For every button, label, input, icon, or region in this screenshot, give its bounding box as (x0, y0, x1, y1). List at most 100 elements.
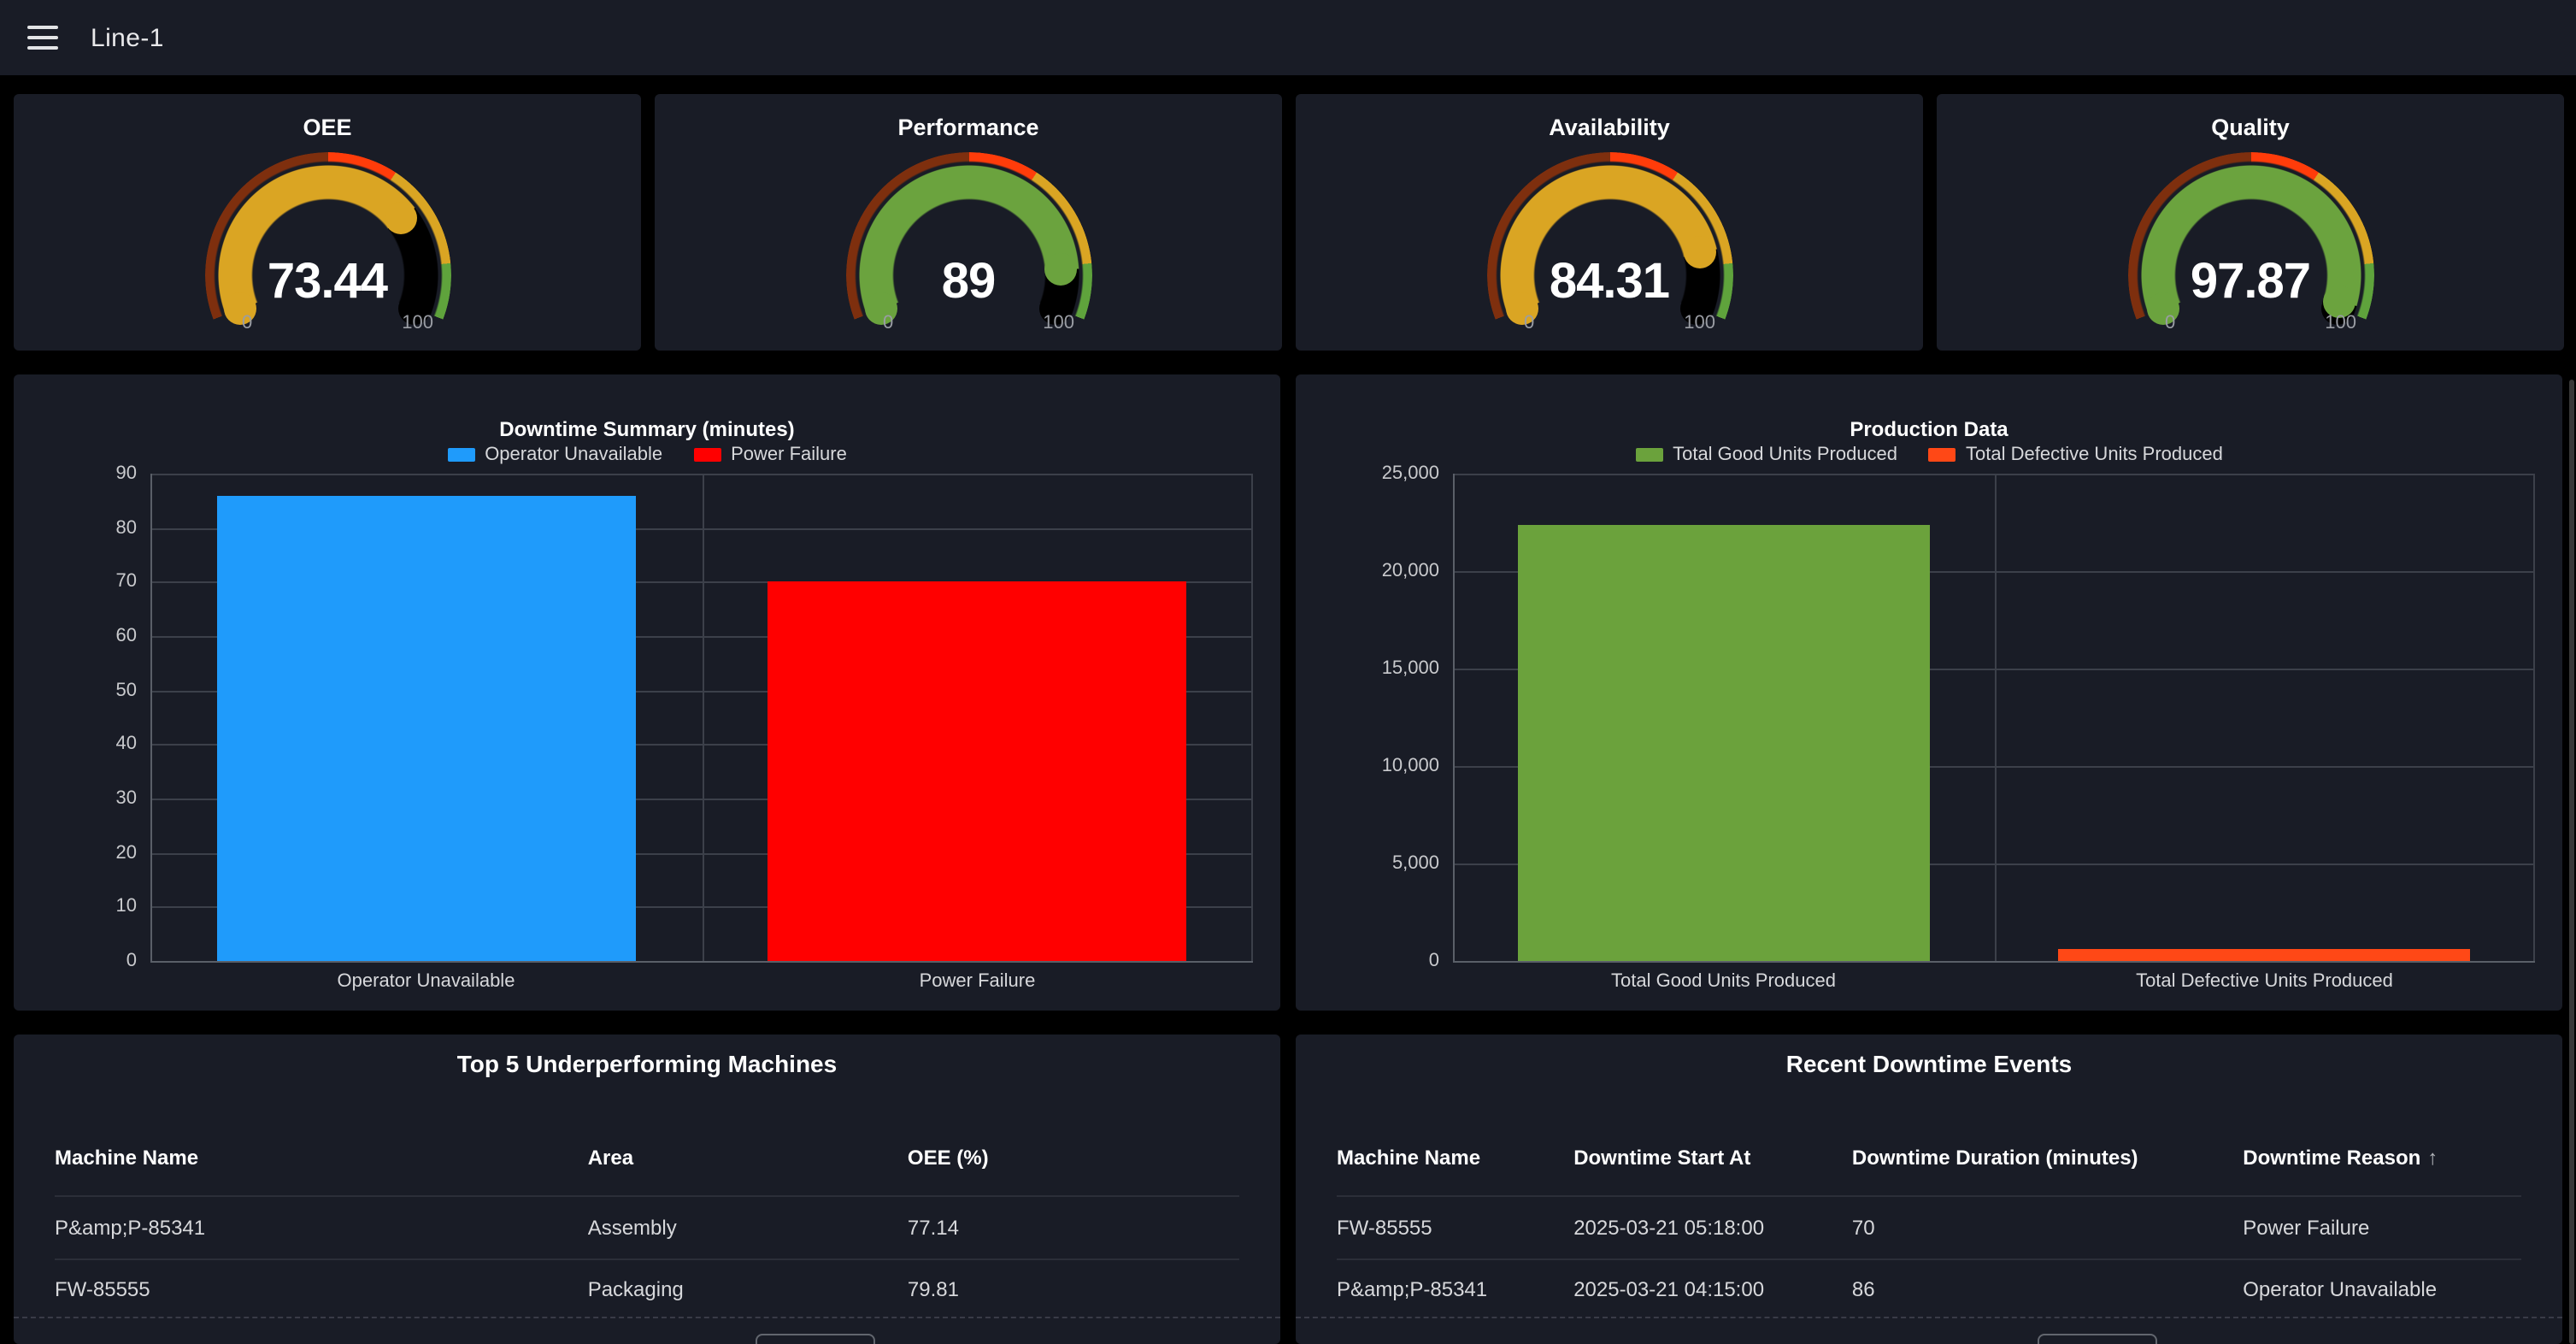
y-tick-label: 70 (116, 572, 138, 592)
gauge-max-label: 100 (1684, 313, 1715, 333)
dashboard-title: Line-1 (91, 23, 164, 52)
y-tick-label: 40 (116, 734, 138, 755)
gauge-value-end-cap (385, 202, 417, 234)
vertical-gridline (1251, 474, 1253, 961)
y-tick-label: 25,000 (1382, 463, 1439, 484)
pagination-button[interactable] (756, 1334, 875, 1344)
gauge-title[interactable]: Availability (1296, 115, 1923, 140)
y-tick-label: 15,000 (1382, 658, 1439, 679)
dashboard: Line-1 OEE73.440100 Performance890100 Av… (0, 0, 2576, 1344)
scrollbar-thumb[interactable] (2569, 380, 2574, 1344)
y-tick-label: 20 (116, 842, 138, 863)
column-header-downtime-start-at[interactable]: Downtime Start At (1573, 1146, 1852, 1170)
legend-swatch (1635, 448, 1662, 462)
y-axis-line (1453, 474, 1455, 961)
column-header-oee-[interactable]: OEE (%) (908, 1146, 1239, 1170)
legend-label: Power Failure (731, 445, 847, 465)
table-cell: Power Failure (2243, 1216, 2521, 1240)
table-cell: Operator Unavailable (2243, 1278, 2521, 1302)
gauge-max-label: 100 (402, 313, 433, 333)
gauge-title[interactable]: Performance (655, 115, 1282, 140)
y-tick-label: 10 (116, 897, 138, 917)
gauge-value: 89 (845, 255, 1091, 311)
y-tick-label: 60 (116, 626, 138, 646)
vertical-gridline (702, 474, 703, 961)
table-row: FW-855552025-03-21 05:18:0070Power Failu… (1337, 1195, 2521, 1258)
column-header-machine-name[interactable]: Machine Name (55, 1146, 588, 1170)
pagination-button[interactable] (2038, 1334, 2157, 1344)
gauge-min-label: 0 (242, 313, 252, 333)
top-bar: Line-1 (0, 0, 2576, 75)
table-row: P&amp;P-85341Assembly77.14 (55, 1195, 1239, 1258)
y-tick-label: 5,000 (1392, 853, 1439, 874)
y-axis-line (150, 474, 152, 961)
y-tick-label: 0 (1429, 951, 1439, 971)
panel-gauge-performance: Performance890100 (655, 94, 1282, 351)
column-header-machine-name[interactable]: Machine Name (1337, 1146, 1573, 1170)
gauge-value: 84.31 (1486, 255, 1732, 311)
bar-total-good-units-produced[interactable] (1518, 526, 1929, 961)
table-title[interactable]: Recent Downtime Events (1296, 1050, 2562, 1077)
column-header-downtime-duration-minutes-[interactable]: Downtime Duration (minutes) (1852, 1146, 2243, 1170)
chart-title[interactable]: Production Data (1296, 417, 2562, 441)
panel-gauge-availability: Availability 84.310 100 (1296, 94, 1923, 351)
chart-legend: Operator Unavailable Power Failure (14, 445, 1280, 465)
y-tick-label: 20,000 (1382, 561, 1439, 581)
chart-legend: Total Good Units Produced Total Defective… (1296, 445, 2562, 465)
table-cell: FW-85555 (55, 1278, 588, 1302)
plot-area: 05,00010,00015,00020,00025,000Total Good… (1453, 474, 2535, 961)
legend-item[interactable]: Operator Unavailable (447, 445, 662, 465)
legend-swatch (447, 448, 474, 462)
gauge: 84.310 100 (1486, 152, 1732, 333)
table: Machine NameAreaOEE (%) P&amp;P-85341Asse… (55, 1120, 1239, 1320)
chart-title[interactable]: Downtime Summary (minutes) (14, 417, 1280, 441)
legend-label: Operator Unavailable (485, 445, 662, 465)
legend-item[interactable]: Power Failure (693, 445, 847, 465)
gauge: 97.870100 (2127, 152, 2373, 333)
panel-production-data-chart: Production Data Total Good Units Produced… (1296, 374, 2562, 1011)
x-category-label: Power Failure (702, 971, 1253, 992)
gauge-min-label: 0 (883, 313, 893, 333)
table-title[interactable]: Top 5 Underperforming Machines (14, 1050, 1280, 1077)
x-category-label: Total Good Units Produced (1453, 971, 1994, 992)
column-header-area[interactable]: Area (588, 1146, 908, 1170)
table-cell: 79.81 (908, 1278, 1239, 1302)
table-cell: 70 (1852, 1216, 2243, 1240)
vertical-gridline (2533, 474, 2535, 961)
table-row: FW-85555Packaging79.81 (55, 1258, 1239, 1320)
panel-underperforming-machines-table: Top 5 Underperforming Machines Machine Na… (14, 1035, 1280, 1344)
gauge-title[interactable]: Quality (1937, 115, 2564, 140)
plot-area: 0102030405060708090Operator UnavailableP… (150, 474, 1253, 961)
column-header-downtime-reason[interactable]: Downtime Reason↑ (2243, 1146, 2521, 1170)
table-bottom-separator (14, 1317, 1280, 1318)
vertical-gridline (1994, 474, 1996, 961)
gauge-value: 97.87 (2127, 255, 2373, 311)
legend-item[interactable]: Total Good Units Produced (1635, 445, 1897, 465)
y-tick-label: 50 (116, 680, 138, 700)
table-cell: 77.14 (908, 1216, 1239, 1240)
bar-power-failure[interactable] (768, 582, 1186, 961)
gauge: 73.440 100 (204, 152, 450, 333)
table-cell: Packaging (588, 1278, 908, 1302)
y-tick-label: 80 (116, 517, 138, 538)
gauge-min-label: 0 (1524, 313, 1534, 333)
table: Machine NameDowntime Start AtDowntime Du… (1337, 1120, 2521, 1320)
table-cell: P&amp;P-85341 (55, 1216, 588, 1240)
bar-total-defective-units-produced[interactable] (2059, 950, 2470, 961)
table-cell: P&amp;P-85341 (1337, 1278, 1573, 1302)
legend-item[interactable]: Total Defective Units Produced (1928, 445, 2223, 465)
y-tick-label: 10,000 (1382, 756, 1439, 776)
menu-icon[interactable] (27, 26, 58, 50)
x-category-label: Total Defective Units Produced (1994, 971, 2535, 992)
table-bottom-separator (1296, 1317, 2562, 1318)
table-cell: 2025-03-21 05:18:00 (1573, 1216, 1852, 1240)
panel-recent-downtime-events-table: Recent Downtime EventsMachine NameDownti… (1296, 1035, 2562, 1344)
sort-ascending-icon: ↑ (2427, 1146, 2438, 1170)
gauge-min-label: 0 (2165, 313, 2175, 333)
table-cell: 2025-03-21 04:15:00 (1573, 1278, 1852, 1302)
gauge-title[interactable]: OEE (14, 115, 641, 140)
bar-operator-unavailable[interactable] (216, 495, 635, 961)
gauge-value: 73.44 (204, 255, 450, 311)
y-tick-label: 30 (116, 788, 138, 809)
y-tick-label: 90 (116, 463, 138, 484)
